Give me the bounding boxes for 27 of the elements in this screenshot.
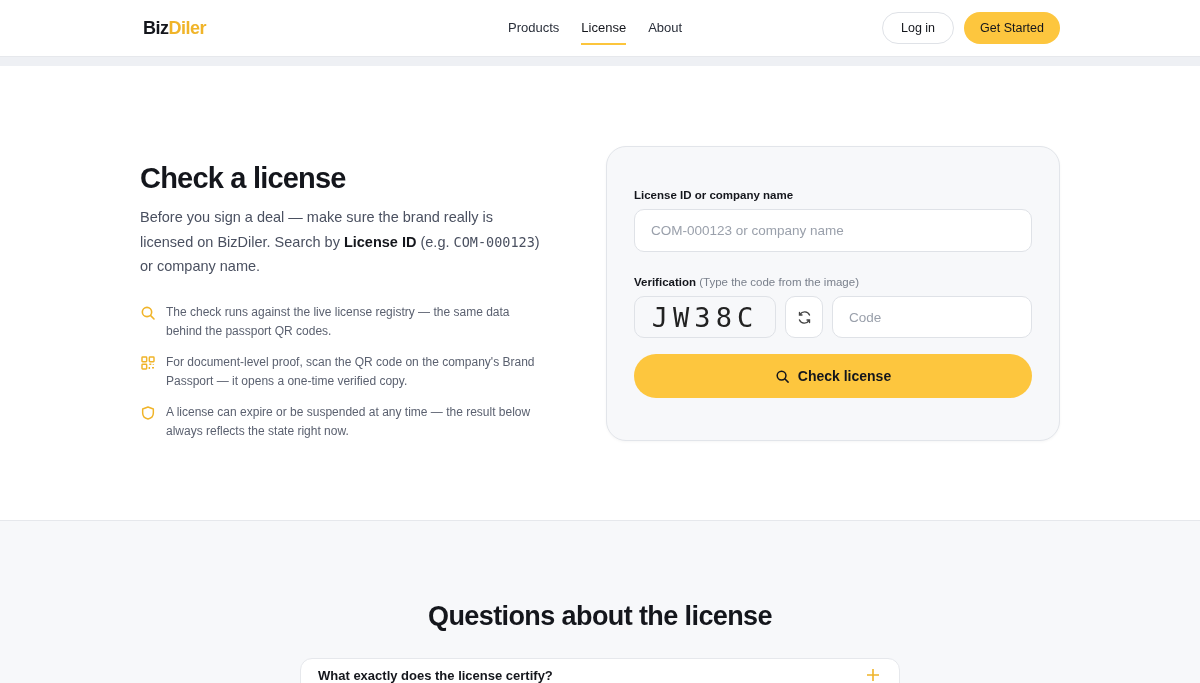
search-icon	[774, 368, 790, 384]
logo[interactable]: BizDiler	[143, 17, 483, 39]
plus-icon	[867, 669, 879, 681]
info-text: The check runs against the live license registry — the same data behind the passport QR codes.	[166, 303, 511, 340]
field-label: Verification (Type the code from the image)	[634, 276, 860, 288]
code-field[interactable]: Code	[832, 296, 1032, 338]
faq-question: What exactly does the license certify?	[318, 667, 553, 683]
section-title: Questions about the license	[427, 600, 773, 632]
info-text: For document-level proof, scan the QR code on the company's Brand Passport — it opens a one-time verified copy.	[166, 353, 536, 390]
refresh-button[interactable]	[785, 296, 823, 338]
login-button[interactable]: Log in	[882, 12, 955, 44]
get-started-button[interactable]: Get Started	[964, 12, 1060, 44]
qr-code-icon	[140, 354, 156, 371]
description: Before you sign a deal — make sure the brand really is licensed on BizDiler. Search by License ID (e.g. COM-000123) or company name.	[140, 208, 541, 276]
shield-icon	[140, 404, 156, 421]
refresh-icon	[796, 309, 812, 325]
search-icon	[140, 304, 156, 321]
nav-link[interactable]: About	[648, 11, 683, 45]
info-text: A license can expire or be suspended at any time — the result below always reflects the state right now.	[166, 403, 532, 440]
page-title: Check a license	[140, 162, 347, 195]
field-label: License ID or company name	[634, 189, 795, 201]
captcha-image: JW38C	[634, 296, 776, 338]
license-search-field[interactable]: COM-000123 or company name	[634, 209, 1032, 252]
faq-item[interactable]: What exactly does the license certify?	[300, 657, 900, 683]
check-license-button[interactable]: Check license	[634, 354, 1032, 398]
nav-link[interactable]: Products	[508, 11, 560, 45]
nav-link[interactable]: License	[581, 11, 627, 45]
